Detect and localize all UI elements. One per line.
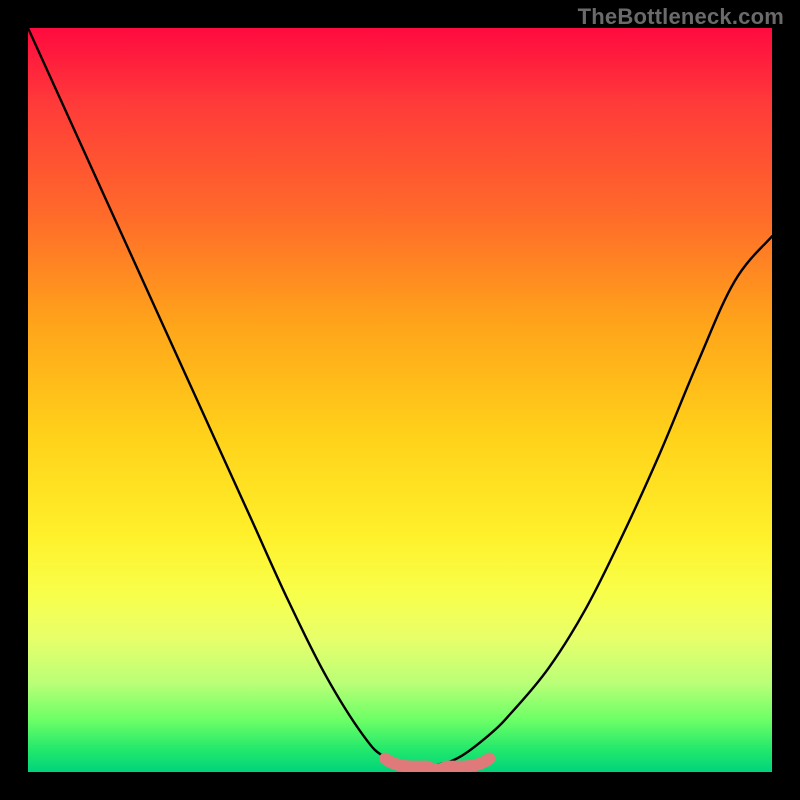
chart-svg	[28, 28, 772, 772]
bottleneck-curve-line	[28, 28, 772, 766]
chart-plot-area	[28, 28, 772, 772]
optimal-range-marker	[385, 759, 489, 770]
brand-watermark: TheBottleneck.com	[578, 4, 784, 30]
